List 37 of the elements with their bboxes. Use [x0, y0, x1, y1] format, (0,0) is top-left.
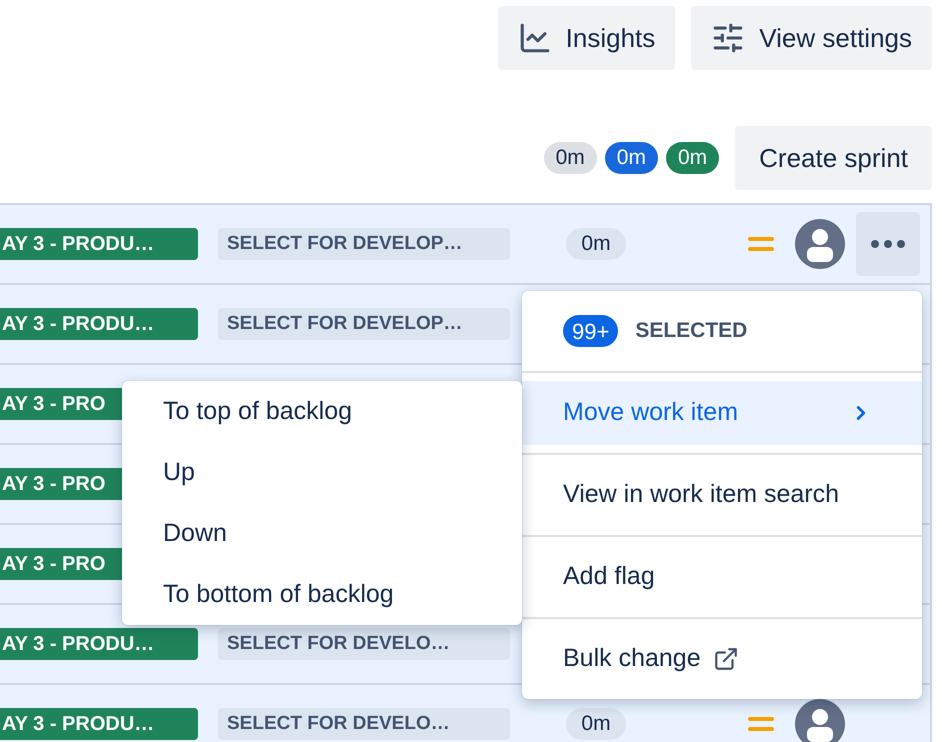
estimate-total-pill: 0m	[666, 142, 720, 174]
status-lozenge: SELECT FOR DEVELOP…	[218, 228, 510, 260]
priority-medium-icon	[748, 715, 774, 733]
submenu-item[interactable]: Up	[122, 442, 522, 503]
more-actions-button[interactable]	[856, 212, 920, 276]
estimate-pill: 0m	[566, 708, 626, 740]
status-lozenge: SELECT FOR DEVELO…	[218, 708, 510, 740]
status-lozenge: SELECT FOR DEVELOP…	[218, 308, 510, 340]
epic-label: AY 3 - PRODU…	[1, 312, 154, 337]
avatar-icon	[795, 219, 845, 269]
submenu-item[interactable]: Down	[122, 503, 522, 564]
estimate-pill: 0m	[566, 228, 626, 260]
create-sprint-button[interactable]: Create sprint	[735, 126, 932, 190]
menu-item[interactable]: View in work item search	[522, 463, 922, 527]
more-icon	[870, 240, 906, 248]
epic-label: AY 3 - PRO	[1, 392, 106, 417]
toolbar-button[interactable]: View settings	[691, 6, 932, 70]
priority-medium-icon	[748, 235, 774, 253]
estimate-total-pill: 0m	[604, 142, 658, 174]
backlog-row[interactable]: AY 3 - PRODU… SELECT FOR DEVELOP… 0m	[0, 205, 930, 285]
toolbar-button[interactable]: Insights	[498, 6, 676, 70]
menu-item[interactable]: Add flag	[522, 545, 922, 609]
line-chart-icon	[518, 21, 552, 55]
menu-header: SELECTED	[635, 318, 748, 344]
epic-label: AY 3 - PRO	[1, 472, 106, 497]
submenu-item[interactable]: To bottom of backlog	[122, 564, 522, 625]
external-link-icon	[712, 646, 739, 672]
estimate-total-pill: 0m	[544, 142, 597, 174]
epic-label: AY 3 - PRODU…	[1, 232, 154, 257]
epic-label: AY 3 - PRO	[1, 552, 106, 577]
count-badge: 99+	[563, 315, 618, 347]
submenu-item[interactable]: To top of backlog	[122, 381, 522, 442]
sliders-icon	[711, 21, 746, 55]
menu-item[interactable]: Move work item	[522, 381, 922, 445]
status-lozenge: SELECT FOR DEVELO…	[218, 628, 510, 660]
epic-label: AY 3 - PRODU…	[1, 712, 154, 737]
epic-label: AY 3 - PRODU…	[1, 632, 154, 657]
